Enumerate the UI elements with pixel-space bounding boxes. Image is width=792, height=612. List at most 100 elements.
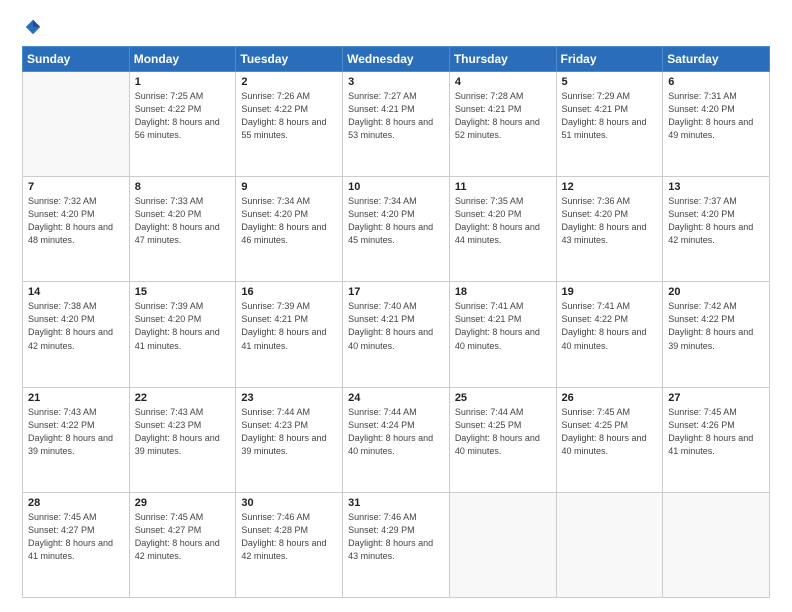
calendar-cell: 23 Sunrise: 7:44 AMSunset: 4:23 PMDayligh… xyxy=(236,387,343,492)
day-info: Sunrise: 7:32 AMSunset: 4:20 PMDaylight:… xyxy=(28,195,124,247)
calendar-header-tuesday: Tuesday xyxy=(236,47,343,72)
calendar-cell: 10 Sunrise: 7:34 AMSunset: 4:20 PMDayligh… xyxy=(343,177,450,282)
calendar-cell: 12 Sunrise: 7:36 AMSunset: 4:20 PMDayligh… xyxy=(556,177,663,282)
day-info: Sunrise: 7:36 AMSunset: 4:20 PMDaylight:… xyxy=(562,195,658,247)
day-info: Sunrise: 7:27 AMSunset: 4:21 PMDaylight:… xyxy=(348,90,444,142)
day-info: Sunrise: 7:45 AMSunset: 4:27 PMDaylight:… xyxy=(135,511,231,563)
calendar-cell: 26 Sunrise: 7:45 AMSunset: 4:25 PMDayligh… xyxy=(556,387,663,492)
day-info: Sunrise: 7:25 AMSunset: 4:22 PMDaylight:… xyxy=(135,90,231,142)
day-number: 14 xyxy=(28,286,124,298)
day-info: Sunrise: 7:44 AMSunset: 4:25 PMDaylight:… xyxy=(455,406,551,458)
calendar-cell: 13 Sunrise: 7:37 AMSunset: 4:20 PMDayligh… xyxy=(663,177,770,282)
day-number: 8 xyxy=(135,181,231,193)
day-number: 18 xyxy=(455,286,551,298)
day-number: 5 xyxy=(562,76,658,88)
calendar-cell: 27Sunrise: 7:45 AMSunset: 4:26 PMDayligh… xyxy=(663,387,770,492)
calendar-cell: 29 Sunrise: 7:45 AMSunset: 4:27 PMDayligh… xyxy=(129,492,236,597)
day-number: 6 xyxy=(668,76,764,88)
day-info: Sunrise: 7:45 AMSunset: 4:25 PMDaylight:… xyxy=(562,406,658,458)
day-info: Sunrise: 7:41 AMSunset: 4:21 PMDaylight:… xyxy=(455,300,551,352)
calendar-header-saturday: Saturday xyxy=(663,47,770,72)
day-number: 31 xyxy=(348,497,444,509)
calendar-cell: 8 Sunrise: 7:33 AMSunset: 4:20 PMDaylight… xyxy=(129,177,236,282)
calendar-cell: 28 Sunrise: 7:45 AMSunset: 4:27 PMDayligh… xyxy=(23,492,130,597)
day-info: Sunrise: 7:46 AMSunset: 4:29 PMDaylight:… xyxy=(348,511,444,563)
page: SundayMondayTuesdayWednesdayThursdayFrid… xyxy=(0,0,792,612)
calendar-cell: 14 Sunrise: 7:38 AMSunset: 4:20 PMDayligh… xyxy=(23,282,130,387)
day-info: Sunrise: 7:39 AMSunset: 4:20 PMDaylight:… xyxy=(135,300,231,352)
calendar-cell: 2 Sunrise: 7:26 AMSunset: 4:22 PMDaylight… xyxy=(236,72,343,177)
day-info: Sunrise: 7:26 AMSunset: 4:22 PMDaylight:… xyxy=(241,90,337,142)
day-number: 7 xyxy=(28,181,124,193)
calendar-cell: 19 Sunrise: 7:41 AMSunset: 4:22 PMDayligh… xyxy=(556,282,663,387)
day-number: 20 xyxy=(668,286,764,298)
day-info: Sunrise: 7:31 AMSunset: 4:20 PMDaylight:… xyxy=(668,90,764,142)
day-info: Sunrise: 7:46 AMSunset: 4:28 PMDaylight:… xyxy=(241,511,337,563)
logo-icon xyxy=(24,18,42,36)
day-info: Sunrise: 7:34 AMSunset: 4:20 PMDaylight:… xyxy=(241,195,337,247)
header xyxy=(22,18,770,36)
calendar-cell: 24Sunrise: 7:44 AMSunset: 4:24 PMDayligh… xyxy=(343,387,450,492)
day-info: Sunrise: 7:40 AMSunset: 4:21 PMDaylight:… xyxy=(348,300,444,352)
day-number: 2 xyxy=(241,76,337,88)
day-number: 13 xyxy=(668,181,764,193)
calendar-header-friday: Friday xyxy=(556,47,663,72)
day-number: 29 xyxy=(135,497,231,509)
calendar-cell: 30 Sunrise: 7:46 AMSunset: 4:28 PMDayligh… xyxy=(236,492,343,597)
day-number: 11 xyxy=(455,181,551,193)
day-info: Sunrise: 7:43 AMSunset: 4:23 PMDaylight:… xyxy=(135,406,231,458)
day-number: 17 xyxy=(348,286,444,298)
calendar-cell: 31 Sunrise: 7:46 AMSunset: 4:29 PMDayligh… xyxy=(343,492,450,597)
day-info: Sunrise: 7:43 AMSunset: 4:22 PMDaylight:… xyxy=(28,406,124,458)
day-number: 3 xyxy=(348,76,444,88)
calendar-table: SundayMondayTuesdayWednesdayThursdayFrid… xyxy=(22,46,770,598)
day-number: 25 xyxy=(455,392,551,404)
calendar-cell: 25 Sunrise: 7:44 AMSunset: 4:25 PMDayligh… xyxy=(449,387,556,492)
day-info: Sunrise: 7:33 AMSunset: 4:20 PMDaylight:… xyxy=(135,195,231,247)
calendar-cell: 15Sunrise: 7:39 AMSunset: 4:20 PMDayligh… xyxy=(129,282,236,387)
calendar-header-wednesday: Wednesday xyxy=(343,47,450,72)
day-number: 4 xyxy=(455,76,551,88)
calendar-cell xyxy=(663,492,770,597)
calendar-cell: 20 Sunrise: 7:42 AMSunset: 4:22 PMDayligh… xyxy=(663,282,770,387)
day-info: Sunrise: 7:44 AMSunset: 4:23 PMDaylight:… xyxy=(241,406,337,458)
day-number: 1 xyxy=(135,76,231,88)
day-number: 22 xyxy=(135,392,231,404)
day-info: Sunrise: 7:28 AMSunset: 4:21 PMDaylight:… xyxy=(455,90,551,142)
day-info: Sunrise: 7:39 AMSunset: 4:21 PMDaylight:… xyxy=(241,300,337,352)
calendar-header-monday: Monday xyxy=(129,47,236,72)
day-info: Sunrise: 7:41 AMSunset: 4:22 PMDaylight:… xyxy=(562,300,658,352)
logo xyxy=(22,18,42,36)
calendar-cell: 16 Sunrise: 7:39 AMSunset: 4:21 PMDayligh… xyxy=(236,282,343,387)
day-number: 10 xyxy=(348,181,444,193)
day-number: 28 xyxy=(28,497,124,509)
day-number: 26 xyxy=(562,392,658,404)
day-number: 16 xyxy=(241,286,337,298)
calendar-cell: 1 Sunrise: 7:25 AMSunset: 4:22 PMDaylight… xyxy=(129,72,236,177)
calendar-cell: 22 Sunrise: 7:43 AMSunset: 4:23 PMDayligh… xyxy=(129,387,236,492)
calendar-cell: 7 Sunrise: 7:32 AMSunset: 4:20 PMDaylight… xyxy=(23,177,130,282)
calendar-cell: 21 Sunrise: 7:43 AMSunset: 4:22 PMDayligh… xyxy=(23,387,130,492)
day-info: Sunrise: 7:35 AMSunset: 4:20 PMDaylight:… xyxy=(455,195,551,247)
day-number: 30 xyxy=(241,497,337,509)
day-info: Sunrise: 7:38 AMSunset: 4:20 PMDaylight:… xyxy=(28,300,124,352)
calendar-cell: 4 Sunrise: 7:28 AMSunset: 4:21 PMDaylight… xyxy=(449,72,556,177)
day-number: 23 xyxy=(241,392,337,404)
day-info: Sunrise: 7:45 AMSunset: 4:27 PMDaylight:… xyxy=(28,511,124,563)
calendar-cell: 3 Sunrise: 7:27 AMSunset: 4:21 PMDaylight… xyxy=(343,72,450,177)
day-number: 9 xyxy=(241,181,337,193)
day-info: Sunrise: 7:42 AMSunset: 4:22 PMDaylight:… xyxy=(668,300,764,352)
calendar-cell: 11 Sunrise: 7:35 AMSunset: 4:20 PMDayligh… xyxy=(449,177,556,282)
day-info: Sunrise: 7:29 AMSunset: 4:21 PMDaylight:… xyxy=(562,90,658,142)
calendar-cell: 9 Sunrise: 7:34 AMSunset: 4:20 PMDaylight… xyxy=(236,177,343,282)
day-number: 12 xyxy=(562,181,658,193)
calendar-header-sunday: Sunday xyxy=(23,47,130,72)
day-number: 24 xyxy=(348,392,444,404)
calendar-header-thursday: Thursday xyxy=(449,47,556,72)
day-number: 21 xyxy=(28,392,124,404)
day-info: Sunrise: 7:34 AMSunset: 4:20 PMDaylight:… xyxy=(348,195,444,247)
calendar-cell: 5 Sunrise: 7:29 AMSunset: 4:21 PMDaylight… xyxy=(556,72,663,177)
day-info: Sunrise: 7:37 AMSunset: 4:20 PMDaylight:… xyxy=(668,195,764,247)
day-number: 19 xyxy=(562,286,658,298)
day-number: 27 xyxy=(668,392,764,404)
